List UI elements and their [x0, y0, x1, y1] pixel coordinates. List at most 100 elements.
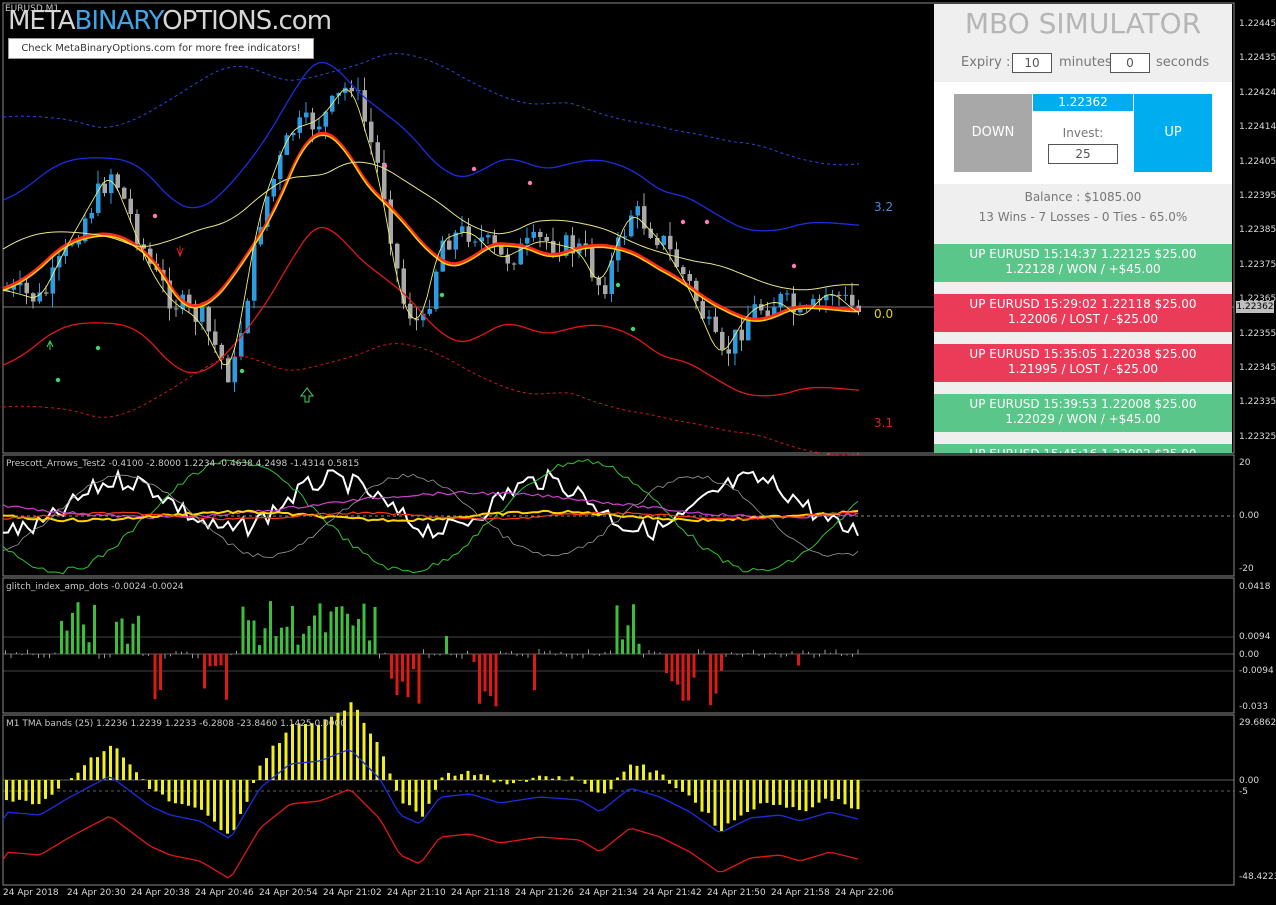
tma-histogram-bar: [512, 780, 515, 784]
tma-histogram-bar: [551, 778, 554, 780]
candle-body: [408, 303, 413, 319]
glitch-histogram-bar: [324, 632, 327, 654]
signal-dot: [615, 282, 621, 288]
tma-histogram-bar: [453, 775, 457, 780]
down-arrow-icon: [176, 246, 184, 258]
down-button[interactable]: DOWN: [954, 94, 1032, 172]
tma-histogram-bar: [817, 780, 821, 803]
candle-body: [200, 307, 205, 322]
glitch-histogram-bar: [505, 652, 507, 654]
indicator-title-prescott: Prescott_Arrows_Test2 -0.4100 -2.8000 1.…: [6, 459, 360, 469]
glitch-histogram-bar: [186, 651, 188, 654]
glitch-histogram-bar: [65, 630, 69, 654]
glitch-histogram-bar: [280, 627, 283, 654]
candle-body: [778, 293, 783, 308]
glitch-histogram-bar: [500, 650, 501, 654]
candle-body: [746, 318, 751, 341]
tma-histogram-bar: [362, 722, 366, 780]
expiry-minutes-input[interactable]: 10: [1012, 53, 1052, 73]
glitch-histogram-bar: [126, 643, 129, 654]
candle-body: [486, 235, 491, 238]
tma-histogram-bar: [785, 780, 788, 808]
candle-body: [850, 294, 855, 306]
glitch-histogram-bar: [643, 654, 644, 658]
price-axis-label: 1.22435: [1239, 53, 1276, 64]
glitch-histogram-bar: [329, 611, 333, 654]
candle-body: [726, 349, 731, 354]
glitch-histogram-bar: [285, 626, 289, 654]
tma-histogram-bar: [18, 780, 21, 800]
tma-histogram-bar: [505, 780, 509, 785]
tma-histogram-bar: [239, 780, 242, 814]
tma-histogram-bar: [37, 780, 41, 805]
candle-body: [297, 117, 302, 133]
promo-link[interactable]: Check MetaBinaryOptions.com for more fre…: [8, 38, 314, 59]
candle-body: [466, 226, 471, 242]
glitch-histogram-bar: [357, 619, 360, 654]
glitch-histogram-bar: [692, 654, 696, 678]
tma-histogram-bar: [245, 780, 249, 802]
glitch-histogram-bar: [786, 654, 787, 657]
tma-histogram-bar: [603, 780, 606, 794]
up-button[interactable]: UP: [1134, 94, 1212, 172]
glitch-histogram-bar: [87, 642, 91, 654]
glitch-histogram-bar: [797, 654, 800, 666]
ind1-axis-bottom: -20: [1239, 564, 1254, 574]
glitch-histogram-bar: [406, 654, 410, 698]
candle-body: [785, 293, 790, 295]
glitch-histogram-bar: [566, 654, 567, 657]
tma-histogram-bar: [258, 765, 262, 780]
tma-histogram-bar: [174, 780, 177, 804]
glitch-histogram-bar: [577, 654, 578, 656]
tma-histogram-bar: [154, 780, 158, 792]
price-axis-label: 1.22445: [1239, 19, 1276, 29]
glitch-histogram-bar: [203, 654, 206, 689]
tma-histogram-bar: [629, 764, 632, 780]
glitch-histogram-bar: [197, 654, 199, 659]
tma-histogram-bar: [460, 774, 463, 780]
tma-outer-upper: [2, 53, 860, 166]
tma-histogram-bar: [200, 780, 203, 810]
tma-histogram-bar: [5, 780, 8, 801]
time-axis-label: 24 Apr 20:46: [195, 888, 254, 898]
glitch-histogram-bar: [252, 620, 256, 654]
signal-dot: [680, 219, 686, 225]
candle-body: [232, 356, 237, 383]
tma-histogram-bar: [193, 780, 197, 808]
glitch-histogram-bar: [49, 654, 50, 659]
glitch-histogram-bar: [835, 649, 837, 654]
glitch-histogram-bar: [494, 654, 498, 707]
expiry-seconds-input[interactable]: 0: [1110, 53, 1150, 73]
tma-outer-lower: [2, 343, 860, 456]
tma-histogram-bar: [830, 780, 834, 801]
candle-body: [395, 243, 400, 269]
glitch-histogram-bar: [758, 654, 760, 656]
glitch-histogram-bar: [434, 654, 435, 656]
time-axis-label: 24 Apr 22:06: [835, 888, 894, 898]
expiry-label: Expiry :: [961, 55, 1011, 70]
tma-histogram-bar: [109, 745, 112, 780]
tma-histogram-bar: [70, 778, 73, 780]
tma-histogram-bar: [804, 780, 808, 812]
glitch-histogram-bar: [472, 654, 476, 663]
glitch-histogram-bar: [527, 654, 529, 658]
candle-body: [213, 331, 218, 345]
tma-histogram-bar: [11, 780, 15, 802]
trade-entry-line1: UP EURUSD 15:29:02 1.22118 $25.00: [969, 297, 1197, 311]
ind2-axis-bottom: -0.033: [1239, 702, 1269, 712]
tma-histogram-bar: [707, 780, 710, 813]
glitch-histogram-bar: [489, 654, 492, 696]
price-axis-label: 1.22405: [1239, 156, 1276, 167]
tma-histogram-bar: [752, 780, 756, 810]
candle-body: [37, 292, 42, 302]
signal-dot: [439, 292, 445, 298]
tma-histogram-bar: [122, 757, 125, 780]
candle-body: [635, 206, 640, 216]
trade-entry-line1: UP EURUSD 15:45:16 1.22092 $25.00: [934, 447, 1232, 453]
time-axis-label: 24 Apr 21:10: [387, 888, 446, 898]
glitch-histogram-bar: [109, 654, 111, 658]
glitch-histogram-bar: [236, 650, 237, 654]
invest-amount-input[interactable]: 25: [1048, 144, 1118, 164]
glitch-histogram-bar: [208, 654, 212, 667]
candle-body: [447, 240, 452, 250]
